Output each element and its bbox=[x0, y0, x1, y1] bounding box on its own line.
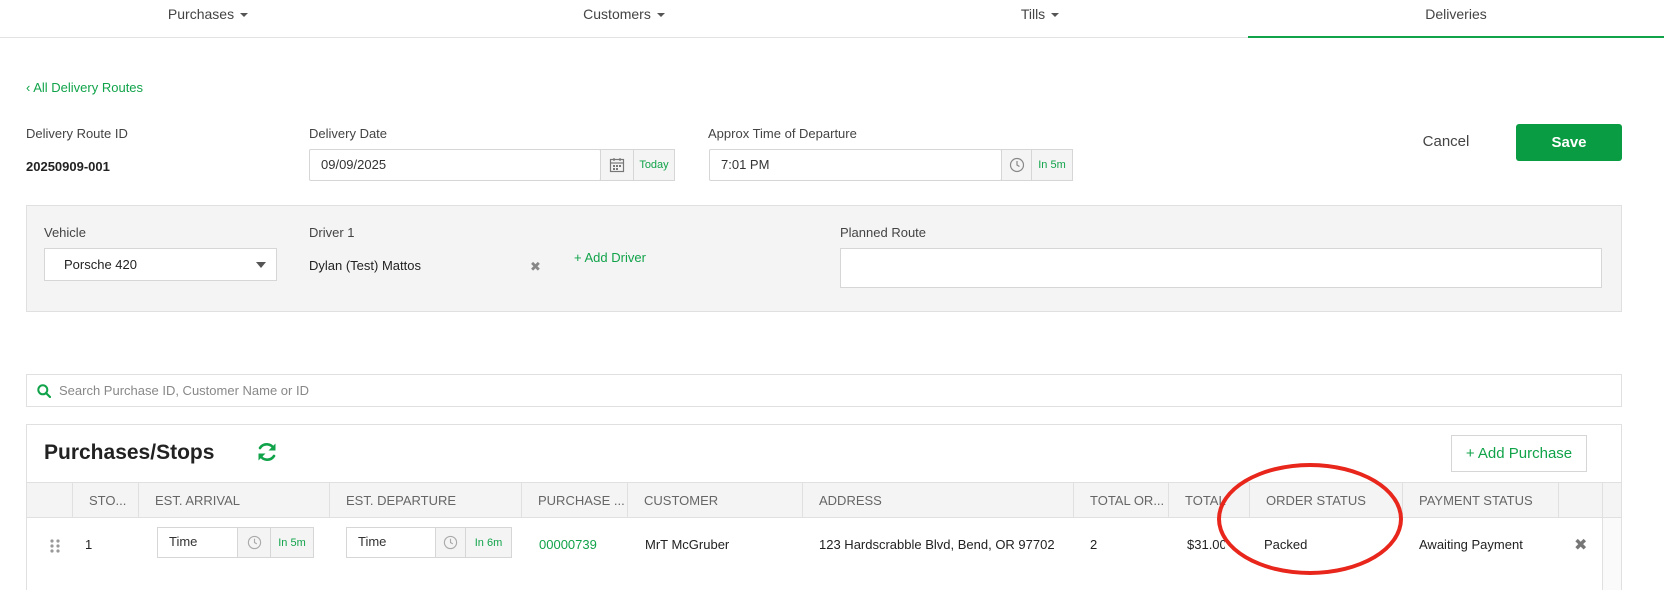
payment-status: Awaiting Payment bbox=[1419, 537, 1523, 552]
today-button[interactable]: Today bbox=[633, 149, 675, 181]
vehicle-label: Vehicle bbox=[44, 225, 86, 240]
stops-table-header: STO... EST. ARRIVAL EST. DEPARTURE PURCH… bbox=[27, 482, 1621, 518]
route-id-value: 20250909-001 bbox=[26, 159, 110, 174]
tab-customers-label: Customers bbox=[583, 6, 651, 22]
customer-name: MrT McGruber bbox=[645, 537, 730, 552]
actions-column-header bbox=[1559, 483, 1603, 517]
purchase-id-link[interactable]: 00000739 bbox=[539, 537, 597, 552]
departure-in-5m-button[interactable]: In 5m bbox=[1031, 149, 1073, 181]
column-header-total-orders[interactable]: TOTAL OR... bbox=[1074, 483, 1169, 517]
purchase-search-input[interactable] bbox=[59, 375, 1609, 406]
vehicle-select-value: Porsche 420 bbox=[64, 257, 137, 272]
purchase-search-box bbox=[26, 374, 1622, 407]
est-arrival-input[interactable]: Time bbox=[157, 527, 238, 558]
tab-tills-label: Tills bbox=[1020, 6, 1046, 22]
drag-handle-icon[interactable] bbox=[49, 538, 61, 554]
save-button[interactable]: Save bbox=[1516, 124, 1622, 161]
all-delivery-routes-link[interactable]: ‹ All Delivery Routes bbox=[26, 80, 143, 95]
departure-in-6m-button[interactable]: In 6m bbox=[465, 527, 512, 558]
clock-icon[interactable] bbox=[435, 527, 466, 558]
column-header-est-arrival[interactable]: EST. ARRIVAL bbox=[139, 483, 330, 517]
tab-tills[interactable]: Tills bbox=[832, 0, 1248, 37]
tab-customers[interactable]: Customers bbox=[416, 0, 832, 37]
add-driver-button[interactable]: + Add Driver bbox=[574, 250, 646, 265]
column-header-purchase[interactable]: PURCHASE ... bbox=[522, 483, 628, 517]
column-header-customer[interactable]: CUSTOMER bbox=[628, 483, 803, 517]
departure-time-label: Approx Time of Departure bbox=[708, 126, 857, 141]
drag-column-header bbox=[27, 483, 73, 517]
calendar-icon[interactable] bbox=[600, 149, 634, 181]
tab-deliveries[interactable]: Deliveries bbox=[1248, 0, 1664, 38]
table-scrollbar[interactable] bbox=[1602, 518, 1621, 590]
column-header-est-departure[interactable]: EST. DEPARTURE bbox=[330, 483, 522, 517]
caret-down-icon bbox=[240, 13, 249, 18]
search-icon bbox=[37, 384, 51, 398]
column-header-total[interactable]: TOTAL bbox=[1169, 483, 1250, 517]
delivery-date-label: Delivery Date bbox=[309, 126, 388, 141]
clock-icon[interactable] bbox=[237, 527, 271, 558]
dropdown-arrow-icon bbox=[256, 262, 266, 268]
remove-stop-icon[interactable]: ✖ bbox=[1574, 535, 1587, 555]
stops-title: Purchases/Stops bbox=[44, 441, 215, 464]
departure-time-input[interactable]: 7:01 PM bbox=[709, 149, 1002, 181]
vehicle-select[interactable]: Porsche 420 bbox=[44, 248, 277, 281]
add-purchase-button[interactable]: + Add Purchase bbox=[1451, 435, 1587, 472]
column-header-order-status[interactable]: ORDER STATUS bbox=[1250, 483, 1403, 517]
driver-name: Dylan (Test) Mattos bbox=[309, 258, 421, 273]
delivery-date-input[interactable]: 09/09/2025 bbox=[309, 149, 601, 181]
tab-purchases[interactable]: Purchases bbox=[0, 0, 416, 37]
clock-icon[interactable] bbox=[1001, 149, 1032, 181]
route-id-label: Delivery Route ID bbox=[26, 126, 128, 141]
planned-route-input[interactable] bbox=[840, 248, 1602, 288]
top-nav: Purchases Customers Tills Deliveries bbox=[0, 0, 1664, 38]
stop-number: 1 bbox=[85, 537, 93, 552]
column-header-address[interactable]: ADDRESS bbox=[803, 483, 1074, 517]
cancel-button[interactable]: Cancel bbox=[1404, 125, 1488, 157]
caret-down-icon bbox=[656, 13, 665, 18]
refresh-icon[interactable] bbox=[256, 441, 278, 463]
total-orders: 2 bbox=[1090, 537, 1098, 552]
planned-route-label: Planned Route bbox=[840, 225, 927, 240]
tab-deliveries-label: Deliveries bbox=[1425, 6, 1487, 22]
est-departure-input[interactable]: Time bbox=[346, 527, 436, 558]
remove-driver-icon[interactable]: ✖ bbox=[530, 259, 541, 275]
caret-down-icon bbox=[1051, 13, 1060, 18]
driver-label: Driver 1 bbox=[309, 225, 355, 240]
address: 123 Hardscrabble Blvd, Bend, OR 97702 bbox=[819, 537, 1055, 552]
column-header-payment-status[interactable]: PAYMENT STATUS bbox=[1403, 483, 1559, 517]
arrival-in-5m-button[interactable]: In 5m bbox=[270, 527, 314, 558]
tab-purchases-label: Purchases bbox=[167, 6, 235, 22]
column-header-stop[interactable]: STO... bbox=[73, 483, 139, 517]
order-status: Packed bbox=[1264, 537, 1308, 552]
total: $31.00 bbox=[1187, 537, 1225, 552]
